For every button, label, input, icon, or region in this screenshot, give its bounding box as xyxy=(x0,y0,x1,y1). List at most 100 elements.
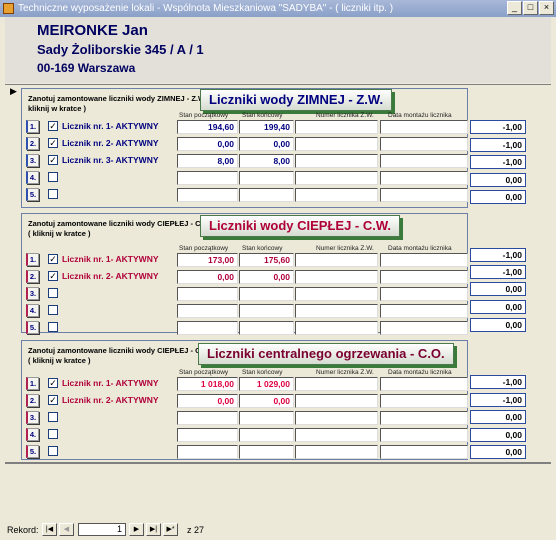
end-reading-field[interactable]: 8,00 xyxy=(239,154,294,168)
end-reading-field[interactable] xyxy=(239,411,294,425)
start-reading-field[interactable] xyxy=(177,304,238,318)
meter-number-button[interactable]: 1. xyxy=(26,120,39,133)
meter-number-field[interactable] xyxy=(295,445,378,459)
meter-number-field[interactable] xyxy=(295,253,378,267)
end-reading-field[interactable] xyxy=(239,445,294,459)
meter-number-button[interactable]: 5. xyxy=(26,188,39,201)
install-date-field[interactable] xyxy=(380,445,468,459)
start-reading-field[interactable] xyxy=(177,321,238,335)
maximize-button[interactable]: □ xyxy=(523,1,538,15)
consumption-field[interactable]: 0,00 xyxy=(470,173,526,187)
meter-number-field[interactable] xyxy=(295,120,378,134)
start-reading-field[interactable] xyxy=(177,428,238,442)
install-date-field[interactable] xyxy=(380,253,468,267)
start-reading-field[interactable] xyxy=(177,411,238,425)
meter-number-field[interactable] xyxy=(295,321,378,335)
next-record-button[interactable]: ▶ xyxy=(129,523,144,536)
current-record-field[interactable]: 1 xyxy=(78,523,126,536)
meter-number-button[interactable]: 5. xyxy=(26,445,39,458)
meter-number-field[interactable] xyxy=(295,270,378,284)
install-date-field[interactable] xyxy=(380,188,468,202)
meter-number-button[interactable]: 4. xyxy=(26,428,39,441)
install-date-field[interactable] xyxy=(380,411,468,425)
consumption-field[interactable]: -1,00 xyxy=(470,375,526,389)
meter-active-checkbox[interactable]: ✓ xyxy=(48,155,58,165)
install-date-field[interactable] xyxy=(380,428,468,442)
start-reading-field[interactable] xyxy=(177,188,238,202)
meter-active-checkbox[interactable]: ✓ xyxy=(48,254,58,264)
meter-active-checkbox[interactable] xyxy=(48,172,58,182)
start-reading-field[interactable]: 194,60 xyxy=(177,120,238,134)
start-reading-field[interactable]: 173,00 xyxy=(177,253,238,267)
end-reading-field[interactable] xyxy=(239,428,294,442)
install-date-field[interactable] xyxy=(380,321,468,335)
install-date-field[interactable] xyxy=(380,120,468,134)
meter-number-field[interactable] xyxy=(295,171,378,185)
meter-number-button[interactable]: 1. xyxy=(26,253,39,266)
minimize-button[interactable]: _ xyxy=(507,1,522,15)
meter-number-field[interactable] xyxy=(295,154,378,168)
meter-active-checkbox[interactable]: ✓ xyxy=(48,138,58,148)
end-reading-field[interactable] xyxy=(239,304,294,318)
consumption-field[interactable]: 0,00 xyxy=(470,428,526,442)
meter-number-field[interactable] xyxy=(295,188,378,202)
meter-number-field[interactable] xyxy=(295,287,378,301)
end-reading-field[interactable]: 175,60 xyxy=(239,253,294,267)
consumption-field[interactable]: 0,00 xyxy=(470,445,526,459)
consumption-field[interactable]: 0,00 xyxy=(470,318,526,332)
first-record-button[interactable]: |◀ xyxy=(42,523,57,536)
new-record-button[interactable]: ▶* xyxy=(163,523,178,536)
consumption-field[interactable]: -1,00 xyxy=(470,265,526,279)
meter-number-field[interactable] xyxy=(295,428,378,442)
install-date-field[interactable] xyxy=(380,287,468,301)
record-selector-arrow[interactable]: ▶ xyxy=(10,86,17,97)
end-reading-field[interactable] xyxy=(239,287,294,301)
install-date-field[interactable] xyxy=(380,137,468,151)
meter-number-field[interactable] xyxy=(295,394,378,408)
meter-active-checkbox[interactable] xyxy=(48,412,58,422)
start-reading-field[interactable]: 1 018,00 xyxy=(177,377,238,391)
meter-number-button[interactable]: 3. xyxy=(26,154,39,167)
meter-number-button[interactable]: 5. xyxy=(26,321,39,334)
meter-active-checkbox[interactable] xyxy=(48,322,58,332)
meter-number-button[interactable]: 4. xyxy=(26,304,39,317)
meter-active-checkbox[interactable]: ✓ xyxy=(48,271,58,281)
consumption-field[interactable]: 0,00 xyxy=(470,190,526,204)
meter-number-button[interactable]: 2. xyxy=(26,137,39,150)
meter-active-checkbox[interactable]: ✓ xyxy=(48,378,58,388)
meter-number-button[interactable]: 3. xyxy=(26,411,39,424)
meter-number-field[interactable] xyxy=(295,411,378,425)
meter-number-field[interactable] xyxy=(295,137,378,151)
meter-number-button[interactable]: 3. xyxy=(26,287,39,300)
end-reading-field[interactable]: 0,00 xyxy=(239,394,294,408)
start-reading-field[interactable]: 8,00 xyxy=(177,154,238,168)
start-reading-field[interactable] xyxy=(177,287,238,301)
end-reading-field[interactable]: 1 029,00 xyxy=(239,377,294,391)
previous-record-button[interactable]: ◀ xyxy=(59,523,74,536)
meter-active-checkbox[interactable]: ✓ xyxy=(48,395,58,405)
meter-number-button[interactable]: 2. xyxy=(26,270,39,283)
consumption-field[interactable]: -1,00 xyxy=(470,393,526,407)
consumption-field[interactable]: -1,00 xyxy=(470,138,526,152)
install-date-field[interactable] xyxy=(380,377,468,391)
start-reading-field[interactable] xyxy=(177,171,238,185)
consumption-field[interactable]: 0,00 xyxy=(470,300,526,314)
end-reading-field[interactable]: 199,40 xyxy=(239,120,294,134)
install-date-field[interactable] xyxy=(380,270,468,284)
start-reading-field[interactable]: 0,00 xyxy=(177,394,238,408)
start-reading-field[interactable]: 0,00 xyxy=(177,270,238,284)
meter-active-checkbox[interactable] xyxy=(48,189,58,199)
end-reading-field[interactable] xyxy=(239,171,294,185)
consumption-field[interactable]: 0,00 xyxy=(470,410,526,424)
end-reading-field[interactable] xyxy=(239,188,294,202)
meter-number-button[interactable]: 1. xyxy=(26,377,39,390)
close-button[interactable]: × xyxy=(539,1,554,15)
start-reading-field[interactable]: 0,00 xyxy=(177,137,238,151)
meter-active-checkbox[interactable] xyxy=(48,288,58,298)
meter-active-checkbox[interactable] xyxy=(48,429,58,439)
meter-number-button[interactable]: 4. xyxy=(26,171,39,184)
meter-active-checkbox[interactable] xyxy=(48,446,58,456)
install-date-field[interactable] xyxy=(380,304,468,318)
consumption-field[interactable]: 0,00 xyxy=(470,282,526,296)
start-reading-field[interactable] xyxy=(177,445,238,459)
